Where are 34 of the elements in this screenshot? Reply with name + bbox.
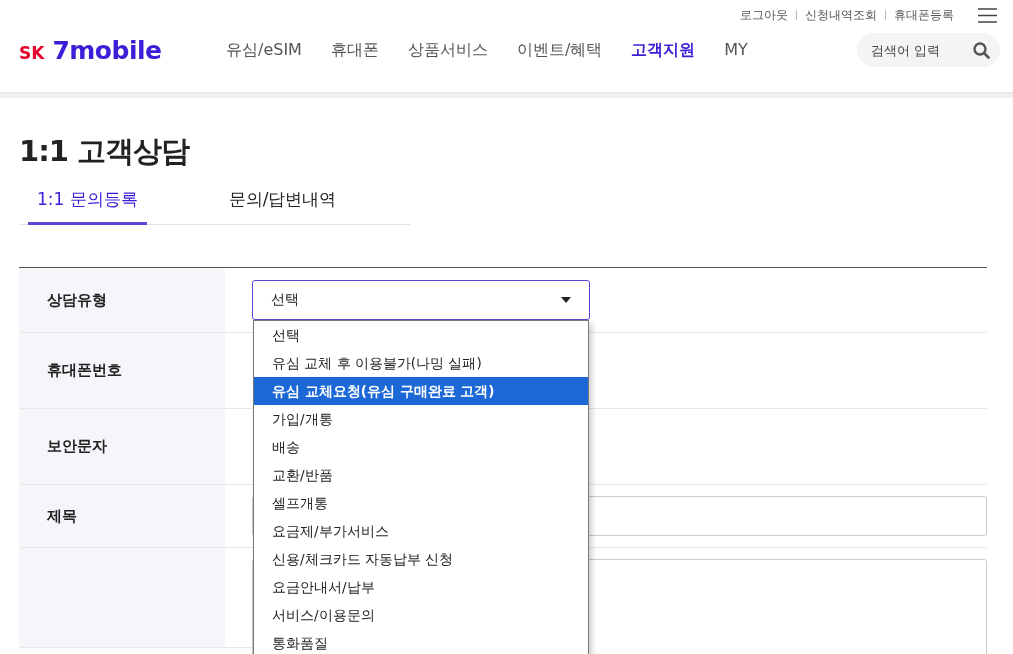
- caret-icon: [561, 297, 571, 303]
- nav-item[interactable]: 고객지원: [631, 39, 696, 61]
- nav-item[interactable]: 상품서비스: [407, 39, 488, 61]
- form-label-cell: 제목: [19, 485, 225, 547]
- top-link[interactable]: 로그아웃: [740, 6, 788, 24]
- form-label-cell: 보안문자: [19, 409, 225, 484]
- nav-item[interactable]: 이벤트/혜택: [516, 39, 603, 61]
- dropdown-option[interactable]: 통화품질: [254, 629, 588, 654]
- dropdown-option[interactable]: 가입/개통: [254, 405, 588, 433]
- nav-item[interactable]: 유심/eSIM: [226, 39, 302, 61]
- dropdown-option[interactable]: 유심 교체 후 이용불가(나밍 실패): [254, 349, 588, 377]
- dropdown-option[interactable]: 배송: [254, 433, 588, 461]
- tab[interactable]: 문의/답변내역: [219, 180, 346, 225]
- dropdown-option[interactable]: 서비스/이용문의: [254, 601, 588, 629]
- dropdown-option[interactable]: 신용/체크카드 자동납부 신청: [254, 545, 588, 573]
- dropdown-option[interactable]: 요금제/부가서비스: [254, 517, 588, 545]
- top-link[interactable]: 신청내역조회: [805, 6, 877, 24]
- top-link[interactable]: 휴대폰등록: [894, 6, 954, 24]
- dropdown-option[interactable]: 교환/반품: [254, 461, 588, 489]
- tab[interactable]: 1:1 문의등록: [28, 180, 147, 225]
- form-label-cell: 휴대폰번호: [19, 333, 225, 408]
- form-label-cell: 상담유형: [19, 268, 225, 332]
- consultation-type-select[interactable]: 선택: [252, 280, 590, 320]
- search-icon[interactable]: [973, 42, 990, 59]
- dropdown-option[interactable]: 셀프개통: [254, 489, 588, 517]
- page-title: 1:1 고객상담: [19, 133, 191, 168]
- menu-icon[interactable]: [978, 7, 997, 23]
- logo[interactable]: SK 7mobile: [19, 35, 226, 65]
- dropdown-option[interactable]: 유심 교체요청(유심 구매완료 고객): [254, 377, 588, 405]
- dropdown-option[interactable]: 요금안내서/납부: [254, 573, 588, 601]
- nav-item[interactable]: MY: [724, 39, 748, 61]
- nav-item[interactable]: 휴대폰: [330, 39, 379, 61]
- search-field[interactable]: 검색어 입력: [857, 33, 1000, 67]
- dropdown-option[interactable]: 선택: [254, 321, 588, 349]
